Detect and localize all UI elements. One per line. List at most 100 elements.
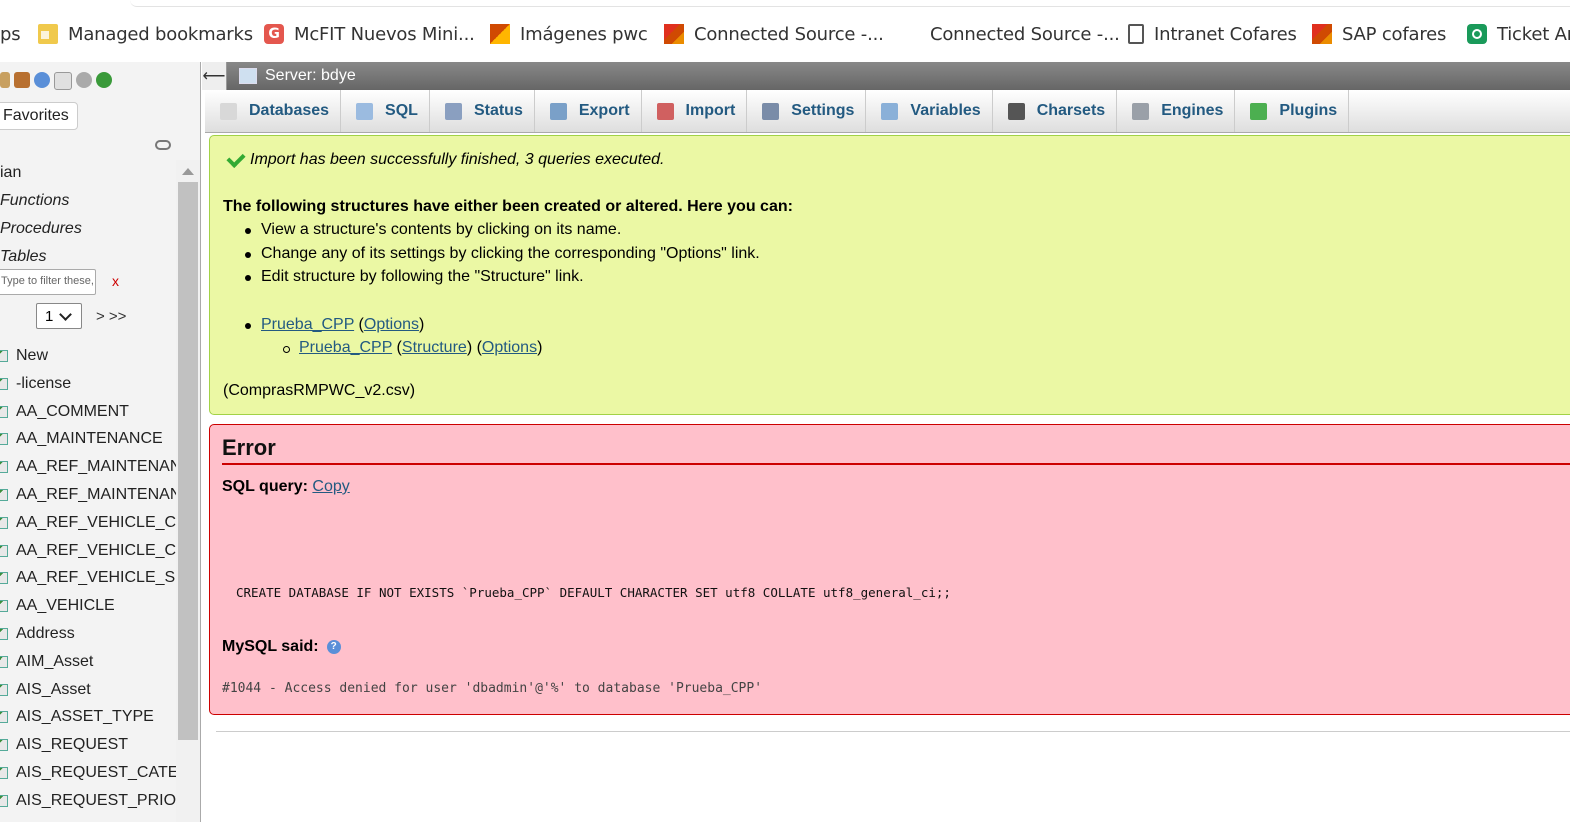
table-name[interactable]: AIS_ASSET_TYPE <box>16 708 154 726</box>
table-list-item[interactable]: AA_MAINTENANCE <box>0 427 163 451</box>
logout-icon[interactable] <box>14 72 30 88</box>
tab-settings[interactable]: Settings <box>747 90 867 132</box>
table-list-item[interactable]: AIS_ASSET_TYPE <box>0 705 154 729</box>
table-name[interactable]: AA_COMMENT <box>16 403 129 421</box>
tab-variables[interactable]: Variables <box>866 90 993 132</box>
bookmark-imagenes-pwc[interactable]: Imágenes pwc <box>490 22 648 46</box>
table-icon[interactable] <box>0 600 8 613</box>
home-icon[interactable] <box>0 72 10 88</box>
tab-sql[interactable]: SQL <box>341 90 430 132</box>
bookmark-apps[interactable]: ps <box>0 22 21 46</box>
table-list-item[interactable]: AIS_REQUEST_CATE <box>0 761 178 785</box>
table-name[interactable]: -license <box>16 375 71 393</box>
gear-icon[interactable] <box>76 72 92 88</box>
new-table-icon[interactable] <box>0 350 8 362</box>
table-list-item[interactable]: AA_REF_VEHICLE_C <box>0 539 176 563</box>
table-name[interactable]: AA_REF_MAINTENAN <box>16 486 181 504</box>
link-icon[interactable] <box>155 140 171 150</box>
table-name[interactable]: AIS_REQUEST_PRIO <box>16 792 176 810</box>
structure-link[interactable]: Structure <box>402 339 467 356</box>
table-icon[interactable] <box>0 655 8 668</box>
bookmark-ticket[interactable]: Ticket An <box>1467 22 1570 46</box>
bookmark-sap[interactable]: SAP cofares <box>1312 22 1446 46</box>
tab-databases[interactable]: Databases <box>205 90 342 132</box>
tree-item-functions[interactable]: Functions <box>0 192 69 210</box>
table-list-item[interactable]: AIM_Asset <box>0 650 93 674</box>
table-name[interactable]: AA_VEHICLE <box>16 597 115 615</box>
tab-engines[interactable]: Engines <box>1117 90 1236 132</box>
table-name[interactable]: New <box>16 347 48 365</box>
table-icon[interactable] <box>0 711 8 724</box>
table-icon[interactable] <box>0 433 8 446</box>
table-icon[interactable] <box>0 683 8 696</box>
table-list-item[interactable]: AA_REF_MAINTENAN <box>0 483 181 507</box>
reload-icon[interactable] <box>96 72 112 88</box>
table-icon[interactable] <box>0 628 8 640</box>
pwc-icon <box>1312 24 1332 44</box>
tree-item-tables[interactable]: Tables <box>0 248 47 266</box>
help-icon[interactable] <box>34 72 50 88</box>
table-icon[interactable] <box>0 516 8 529</box>
table-filter-input[interactable]: Type to filter these, <box>0 269 96 295</box>
tab-export[interactable]: Export <box>535 90 642 132</box>
table-list-item[interactable]: -license <box>0 372 71 396</box>
table-link[interactable]: Prueba_CPP <box>299 339 392 356</box>
help-icon[interactable]: ? <box>326 639 341 654</box>
new-table-item[interactable]: New <box>0 344 48 368</box>
table-list-item[interactable]: AIS_Asset <box>0 678 91 702</box>
table-icon[interactable] <box>0 405 8 418</box>
nav-scrollbar[interactable] <box>176 160 200 822</box>
server-title[interactable]: Server: bdye <box>265 67 356 85</box>
table-list-item[interactable]: AA_REF_MAINTENAN <box>0 455 181 479</box>
copy-link[interactable]: Copy <box>312 478 349 495</box>
table-list-item[interactable]: AIS_REQUEST_PRIO <box>0 789 176 813</box>
table-name[interactable]: AA_MAINTENANCE <box>16 430 163 448</box>
table-icon[interactable] <box>0 739 8 752</box>
table-list-item[interactable]: AA_COMMENT <box>0 400 129 424</box>
page-select[interactable]: 1 <box>36 303 82 329</box>
favorites-tab[interactable]: Favorites <box>0 102 78 130</box>
docs-icon[interactable] <box>54 72 72 90</box>
table-name[interactable]: AIM_Asset <box>16 653 93 671</box>
bookmark-connected-source-1[interactable]: Connected Source -... <box>664 22 884 46</box>
bookmark-connected-source-2[interactable]: Connected Source -... <box>930 22 1120 46</box>
table-icon[interactable] <box>0 572 8 585</box>
table-icon[interactable] <box>0 544 8 557</box>
tab-import[interactable]: Import <box>642 90 748 132</box>
table-name[interactable]: AA_REF_VEHICLE_C <box>16 542 176 560</box>
table-icon[interactable] <box>0 377 8 390</box>
table-list-item[interactable]: Address <box>0 622 75 646</box>
table-list-item[interactable]: AIS_REQUEST <box>0 733 128 757</box>
clear-filter-button[interactable]: x <box>112 273 119 289</box>
table-list-item[interactable]: AA_VEHICLE <box>0 594 115 618</box>
table-name[interactable]: AIS_REQUEST <box>16 736 128 754</box>
bookmark-managed[interactable]: Managed bookmarks <box>38 22 253 46</box>
scroll-up-icon[interactable] <box>182 168 194 175</box>
error-box: Error SQL query: Copy CREATE DATABASE IF… <box>209 424 1570 715</box>
table-name[interactable]: AIS_REQUEST_CATE <box>16 764 178 782</box>
table-name[interactable]: Address <box>16 625 75 643</box>
bookmark-mcfit[interactable]: G McFIT Nuevos Mini... <box>264 22 475 46</box>
page-next[interactable]: > >> <box>96 308 126 325</box>
db-options-link[interactable]: Options <box>364 316 419 333</box>
bookmark-intranet[interactable]: Intranet Cofares <box>1124 22 1297 46</box>
table-list-item[interactable]: AA_REF_VEHICLE_S <box>0 566 175 590</box>
tree-item-db[interactable]: ian <box>0 164 21 182</box>
table-name[interactable]: AA_REF_MAINTENAN <box>16 458 181 476</box>
table-list-item[interactable]: AA_REF_VEHICLE_C <box>0 511 176 535</box>
table-icon[interactable] <box>0 489 8 501</box>
table-icon[interactable] <box>0 461 8 474</box>
table-name[interactable]: AA_REF_VEHICLE_C <box>16 514 176 532</box>
table-options-link[interactable]: Options <box>482 339 537 356</box>
tab-status[interactable]: Status <box>430 90 535 132</box>
db-link[interactable]: Prueba_CPP <box>261 316 354 333</box>
table-icon[interactable] <box>0 794 8 807</box>
table-name[interactable]: AIS_Asset <box>16 681 91 699</box>
scroll-thumb[interactable] <box>178 182 198 740</box>
table-name[interactable]: AA_REF_VEHICLE_S <box>16 569 175 587</box>
collapse-nav-icon[interactable]: ⟵ <box>202 62 227 90</box>
tab-charsets[interactable]: Charsets <box>993 90 1118 132</box>
tree-item-procedures[interactable]: Procedures <box>0 220 82 238</box>
table-icon[interactable] <box>0 767 8 779</box>
tab-plugins[interactable]: Plugins <box>1235 90 1350 132</box>
